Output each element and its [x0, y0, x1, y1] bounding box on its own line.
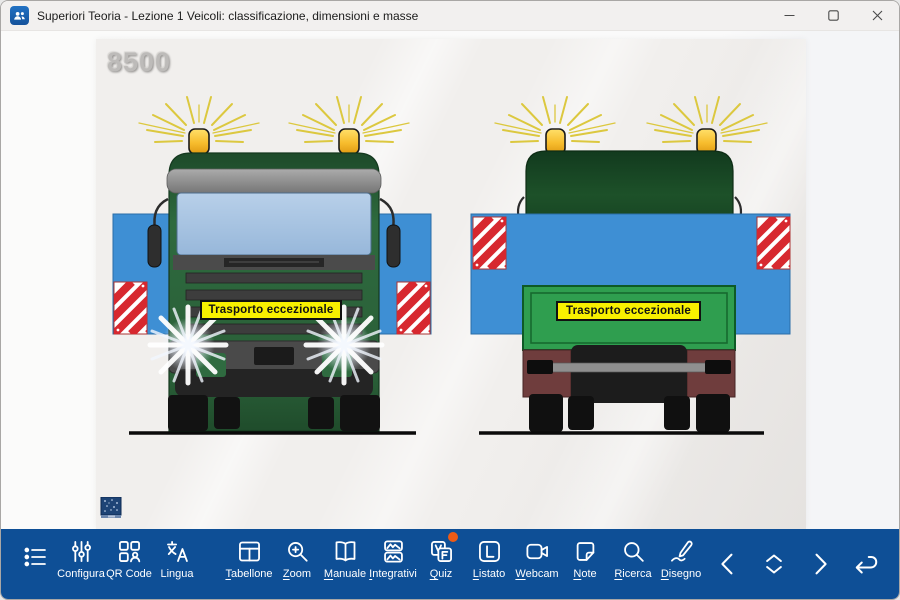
toolbar-item-label: Tabellone [225, 568, 272, 580]
toolbar-item-label: Integrativi [369, 568, 417, 580]
toolbar-item-menu[interactable] [13, 529, 57, 599]
grid-icon [236, 538, 263, 565]
toolbar-item-quiz[interactable]: Quiz [417, 529, 465, 599]
toolbar-item-label: Lingua [160, 568, 193, 580]
publisher-logo [100, 497, 123, 518]
toolbar: ConfiguraQR Code Lingua Tabellone Zoom Manua… [1, 529, 900, 599]
list-box-icon [476, 538, 503, 565]
video-camera-icon [524, 538, 551, 565]
minimize-icon [784, 10, 795, 21]
title-bar: Superiori Teoria - Lezione 1 Veicoli: cl… [1, 1, 899, 31]
toolbar-item-label: Zoom [283, 568, 311, 580]
toolbar-item-label: Listato [473, 568, 505, 580]
minimize-button[interactable] [767, 1, 811, 30]
toolbar-item-lingua[interactable]: Lingua [153, 529, 201, 599]
notification-dot [448, 532, 458, 542]
toolbar-item-label: Quiz [430, 568, 453, 580]
toolbar-item-qr-code[interactable]: QR Code [105, 529, 153, 599]
toolbar-item-note[interactable]: Note [561, 529, 609, 599]
chevron-right-icon [805, 549, 835, 579]
translate-icon [164, 538, 191, 565]
toolbar-item-disegno[interactable]: Disegno [657, 529, 705, 599]
toolbar-item-configura[interactable]: Configura [57, 529, 105, 599]
maximize-icon [828, 10, 839, 21]
close-icon [872, 10, 883, 21]
window-title: Superiori Teoria - Lezione 1 Veicoli: cl… [37, 9, 418, 23]
sliders-icon [68, 538, 95, 565]
toolbar-item-label: Manuale [324, 568, 366, 580]
zoom-in-icon [284, 538, 311, 565]
app-icon [10, 6, 29, 25]
true-false-icon [428, 538, 455, 565]
toolbar-item-manuale[interactable]: Manuale [321, 529, 369, 599]
book-icon [332, 538, 359, 565]
nav-next-button[interactable] [797, 529, 843, 599]
nav-shuffle-button[interactable] [751, 529, 797, 599]
return-arrow-icon [851, 549, 881, 579]
list-menu-icon [21, 543, 49, 571]
front-truck [96, 97, 483, 433]
toolbar-item-label: Webcam [515, 568, 558, 580]
lesson-slide[interactable]: 8500 [96, 39, 806, 529]
app-window: Superiori Teoria - Lezione 1 Veicoli: cl… [0, 0, 900, 600]
toolbar-item-label: Configura [57, 568, 105, 580]
toolbar-group-spacer [201, 529, 225, 599]
close-button[interactable] [855, 1, 899, 30]
toolbar-item-zoom[interactable]: Zoom [273, 529, 321, 599]
pen-icon [668, 538, 695, 565]
nav-previous-button[interactable] [705, 529, 751, 599]
note-icon [572, 538, 599, 565]
toolbar-item-integrativi[interactable]: Integrativi [369, 529, 417, 599]
front-truck-sign: Trasporto eccezionale [200, 300, 342, 320]
rear-truck-sign: Trasporto eccezionale [556, 301, 701, 321]
toolbar-item-label: Ricerca [614, 568, 651, 580]
truck-illustration [96, 39, 806, 529]
toolbar-item-label: QR Code [106, 568, 152, 580]
rear-truck [439, 97, 806, 433]
toolbar-item-webcam[interactable]: Webcam [513, 529, 561, 599]
chevrons-up-down-icon [759, 549, 789, 579]
content-area: 8500 [1, 31, 900, 531]
qr-code-icon [116, 538, 143, 565]
nav-return-button[interactable] [843, 529, 889, 599]
images-icon [380, 538, 407, 565]
search-icon [620, 538, 647, 565]
chevron-left-icon [713, 549, 743, 579]
toolbar-item-label: Disegno [661, 568, 701, 580]
toolbar-item-ricerca[interactable]: Ricerca [609, 529, 657, 599]
toolbar-item-label: Note [573, 568, 596, 580]
people-icon [12, 8, 27, 23]
maximize-button[interactable] [811, 1, 855, 30]
toolbar-item-tabellone[interactable]: Tabellone [225, 529, 273, 599]
toolbar-item-listato[interactable]: Listato [465, 529, 513, 599]
